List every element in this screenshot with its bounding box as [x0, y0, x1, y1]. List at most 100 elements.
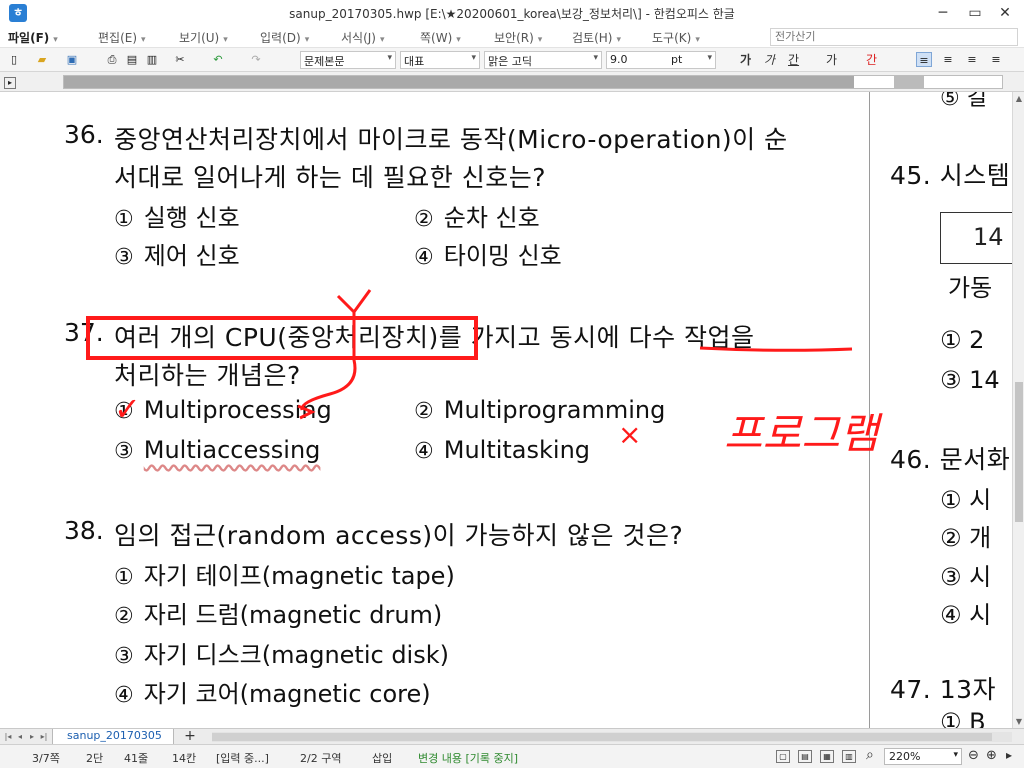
ruler-toggle-icon[interactable]: ▸: [4, 77, 16, 89]
q38-line-1: 임의 접근(random access)이 가능하지 않은 것은?: [114, 521, 684, 550]
status-bar: 3/7쪽 2단 41줄 14칸 [입력 중...] 2/2 구역 삽입 변경 내…: [0, 744, 1024, 768]
document-tab-bar: |◂ ◂ ▸ ▸| sanup_20170305 +: [0, 728, 1024, 745]
open-folder-icon[interactable]: ▰: [34, 52, 50, 67]
minimize-button[interactable]: ─: [928, 2, 958, 24]
font-color-button[interactable]: 간: [866, 51, 877, 68]
status-insert-mode[interactable]: 삽입: [372, 750, 392, 766]
q36-number: 36.: [64, 120, 104, 149]
q36-option-4: ④ 타이밍 신호: [414, 242, 562, 270]
layout-icon[interactable]: ▥: [144, 52, 160, 67]
font-size-select[interactable]: 9.0 pt ▾: [606, 51, 716, 69]
search-input[interactable]: [770, 28, 1018, 46]
underline-button[interactable]: 간: [788, 51, 799, 68]
view-page-icon[interactable]: ▤: [798, 750, 812, 763]
q38-option-2: ② 자리 드럼(magnetic drum): [114, 601, 443, 629]
q45-option-1: ① 2: [940, 326, 985, 354]
status-column-count: 2단: [86, 752, 104, 765]
view-web-icon[interactable]: ▦: [820, 750, 834, 763]
menu-format[interactable]: 서식(J) ▾: [341, 29, 385, 46]
align-right-icon[interactable]: ≡: [988, 52, 1004, 67]
q46-option-1: ① 시: [940, 486, 992, 514]
new-document-icon[interactable]: ▯: [6, 52, 22, 67]
bold-button[interactable]: 가: [740, 51, 751, 68]
status-input-mode: [입력 중...]: [216, 752, 269, 765]
status-menu-icon[interactable]: ▸: [1006, 748, 1012, 762]
q37-option-1: ① Multiprocessing: [114, 396, 332, 424]
font-language-select[interactable]: 대표 ▾: [400, 51, 480, 69]
font-name-select[interactable]: 맑은 고딕 ▾: [484, 51, 602, 69]
save-icon[interactable]: ▣: [64, 52, 80, 67]
vertical-scroll-thumb[interactable]: [1015, 382, 1023, 522]
status-page[interactable]: 3/7쪽: [32, 750, 60, 766]
horizontal-scrollbar[interactable]: [212, 732, 1012, 742]
q37-line-1: 여러 개의 CPU(중앙처리장치)를 가지고 동시에 다수 작업을: [114, 323, 755, 352]
tab-last-icon[interactable]: ▸|: [38, 730, 50, 743]
q38-option-3: ③ 자기 디스크(magnetic disk): [114, 641, 449, 669]
q37-option-2: ② Multiprogramming: [414, 396, 666, 424]
ruler-page-area: [64, 76, 854, 88]
view-outline-icon[interactable]: ▥: [842, 750, 856, 763]
q45-sub-label: 가동: [948, 274, 993, 302]
undo-icon[interactable]: ↶: [210, 52, 226, 67]
q38-option-4: ④ 자기 코어(magnetic core): [114, 680, 431, 708]
cut-icon[interactable]: ✂: [172, 52, 188, 67]
q46-option-3: ③ 시: [940, 563, 992, 591]
right-prev-option: ⑤ 길: [940, 92, 987, 111]
q47-heading: 47. 13자: [890, 675, 997, 704]
tab-sanup-document[interactable]: sanup_20170305: [52, 729, 174, 745]
style-select[interactable]: 문제본문 ▾: [300, 51, 396, 69]
preview-icon[interactable]: ▤: [124, 52, 140, 67]
status-line: 41줄: [124, 752, 149, 765]
horizontal-scroll-thumb[interactable]: [212, 733, 992, 741]
strikethrough-button[interactable]: 가: [826, 51, 837, 68]
q37-line-2: 처리하는 개념은?: [114, 361, 301, 390]
ruler-margin: [894, 76, 924, 88]
status-section: 2/2 구역: [300, 752, 342, 765]
q46-option-2: ② 개: [940, 524, 992, 552]
tab-first-icon[interactable]: |◂: [2, 730, 14, 743]
zoom-select[interactable]: 220% ▾: [884, 748, 962, 765]
align-justify-icon[interactable]: ≡: [916, 52, 932, 67]
scroll-up-icon[interactable]: ▲: [1013, 94, 1024, 103]
q46-option-4: ④ 시: [940, 601, 992, 629]
q36-line-2: 서대로 일어나게 하는 데 필요한 신호는?: [114, 163, 547, 192]
scroll-down-icon[interactable]: ▼: [1013, 717, 1024, 726]
tab-prev-icon[interactable]: ◂: [14, 730, 26, 743]
q47-option-1: ① B: [940, 708, 986, 728]
redo-icon[interactable]: ↷: [248, 52, 264, 67]
menu-page[interactable]: 쪽(W) ▾: [420, 29, 461, 46]
align-center-icon[interactable]: ≡: [964, 52, 980, 67]
menu-review[interactable]: 검토(H) ▾: [572, 29, 621, 46]
vertical-scrollbar[interactable]: ▲ ▼: [1012, 92, 1024, 728]
menu-input[interactable]: 입력(D) ▾: [260, 29, 309, 46]
close-button[interactable]: ✕: [990, 2, 1020, 24]
italic-button[interactable]: 가: [764, 51, 775, 68]
formatting-toolbar: ▯ ▰ ▣ ⎙ ▤ ▥ ✂ ↶ ↷ 문제본문 ▾ 대표 ▾ 맑은 고딕 ▾ 9.0 pt…: [0, 48, 1024, 72]
add-tab-button[interactable]: +: [178, 729, 202, 745]
zoom-icon[interactable]: ⌕: [866, 747, 874, 763]
restore-button[interactable]: ▭: [960, 2, 990, 24]
q45-heading: 45. 시스템: [890, 161, 1011, 190]
print-icon[interactable]: ⎙: [104, 52, 120, 67]
menu-view[interactable]: 보기(U) ▾: [179, 29, 228, 46]
menu-file[interactable]: 파일(F) ▾: [8, 29, 58, 46]
status-track-changes[interactable]: 변경 내용 [기록 중지]: [418, 750, 518, 766]
q36-option-2: ② 순차 신호: [414, 204, 540, 232]
horizontal-ruler[interactable]: [63, 75, 1003, 89]
align-left-icon[interactable]: ≡: [940, 52, 956, 67]
menu-tools[interactable]: 도구(K) ▾: [652, 29, 700, 46]
zoom-in-icon[interactable]: ⊕: [986, 748, 997, 763]
q37-option-3: ③ Multiaccessing: [114, 436, 321, 464]
menu-bar: 파일(F) ▾ 편집(E) ▾ 보기(U) ▾ 입력(D) ▾ 서식(J) ▾ 쪽(W) ▾…: [0, 26, 1024, 48]
tab-next-icon[interactable]: ▸: [26, 730, 38, 743]
menu-security[interactable]: 보안(R) ▾: [494, 29, 542, 46]
q38-option-1: ① 자기 테이프(magnetic tape): [114, 562, 455, 590]
q45-option-3: ③ 14: [940, 366, 1000, 394]
q37-option-4: ④ Multitasking: [414, 436, 591, 464]
menu-edit[interactable]: 편집(E) ▾: [98, 29, 146, 46]
view-normal-icon[interactable]: ▢: [776, 750, 790, 763]
column-divider: [869, 92, 870, 728]
zoom-out-icon[interactable]: ⊖: [968, 748, 979, 763]
title-bar: ㅎ sanup_20170305.hwp [E:\★20200601_korea…: [0, 0, 1024, 26]
document-page[interactable]: 36. 중앙연산처리장치에서 마이크로 동작(Micro-operation)이…: [0, 92, 1012, 728]
